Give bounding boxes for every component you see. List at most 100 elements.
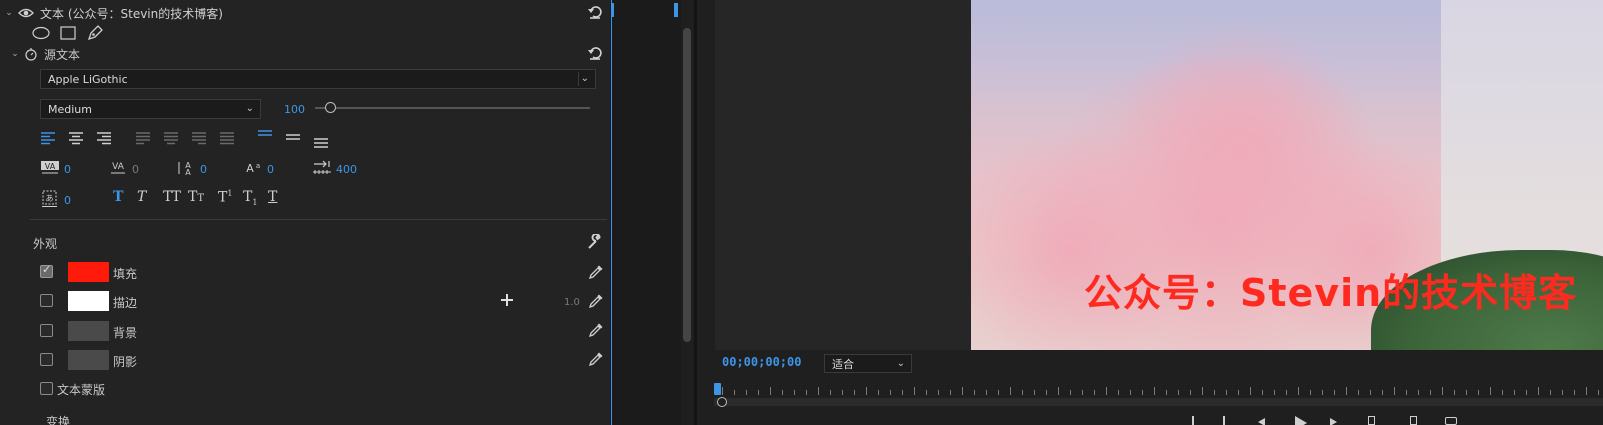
font-size-slider[interactable]: [315, 107, 590, 109]
subscript-icon[interactable]: T1: [243, 189, 257, 207]
mark-out-icon[interactable]: [1223, 416, 1225, 425]
align-middle-icon[interactable]: [285, 130, 301, 144]
fill-color-swatch[interactable]: [68, 262, 109, 282]
leading-icon: A A: [178, 161, 191, 177]
svg-text:VA: VA: [112, 162, 125, 172]
ruler-tick: [1370, 390, 1371, 395]
font-style-dropdown[interactable]: Medium ⌄: [40, 99, 261, 119]
background-color-swatch[interactable]: [68, 321, 109, 341]
ruler-tick: [1070, 390, 1071, 395]
eyedropper-icon[interactable]: [588, 351, 604, 367]
justify-last-center-icon[interactable]: [163, 131, 179, 145]
stroke-width-value[interactable]: 1.0: [564, 297, 580, 308]
wrench-icon[interactable]: [586, 234, 602, 250]
ruler-tick: [1322, 390, 1323, 395]
zoom-scroll-handle[interactable]: [717, 397, 727, 407]
playhead-marker[interactable]: [611, 3, 614, 17]
letterbox-area: [715, 0, 971, 350]
chevron-down-icon[interactable]: ⌄: [10, 49, 20, 59]
align-center-icon[interactable]: [68, 131, 84, 145]
align-right-icon[interactable]: [96, 131, 112, 145]
justify-all-icon[interactable]: [219, 131, 235, 145]
add-stroke-icon[interactable]: [501, 294, 513, 306]
background-checkbox[interactable]: [40, 324, 53, 337]
ruler-tick: [1130, 390, 1131, 395]
all-caps-icon[interactable]: TT: [163, 189, 181, 205]
stopwatch-icon[interactable]: [24, 47, 38, 61]
camera-icon[interactable]: [1445, 417, 1457, 425]
ruler-tick: [1526, 390, 1527, 395]
ruler-tick: [1490, 387, 1491, 395]
ruler-tick: [1454, 390, 1455, 395]
justify-last-left-icon[interactable]: [135, 131, 151, 145]
zoom-scroll-track[interactable]: [714, 398, 1603, 406]
timecode-display[interactable]: 00;00;00;00: [722, 355, 801, 369]
tsume-control: あ 0: [40, 190, 71, 208]
reset-icon[interactable]: [587, 45, 603, 61]
tracking-value[interactable]: 0: [132, 163, 139, 176]
leading-value[interactable]: 0: [200, 163, 207, 176]
tab-width-icon: [313, 160, 331, 174]
ruler-tick: [818, 387, 819, 395]
ellipse-mask-icon[interactable]: [32, 26, 50, 40]
stroke-color-swatch[interactable]: [68, 291, 109, 311]
ruler-tick: [1250, 387, 1251, 395]
superscript-icon[interactable]: T1: [218, 189, 232, 206]
chevron-down-icon[interactable]: ⌄: [4, 8, 14, 18]
tab-width-value[interactable]: 400: [336, 163, 357, 176]
faux-italic-icon[interactable]: T: [137, 189, 146, 205]
zoom-dropdown[interactable]: 适合 ⌄: [824, 354, 912, 373]
kerning-value[interactable]: 0: [64, 163, 71, 176]
justify-last-right-icon[interactable]: [191, 131, 207, 145]
align-bottom-icon[interactable]: [313, 134, 329, 148]
svg-text:あ: あ: [46, 194, 54, 203]
clip-end-marker[interactable]: [674, 3, 678, 17]
ruler-tick: [974, 390, 975, 395]
ruler-tick: [1118, 390, 1119, 395]
play-icon[interactable]: [1295, 416, 1307, 425]
eyedropper-icon[interactable]: [588, 293, 604, 309]
kerning-control: VA 0: [40, 160, 71, 178]
stroke-label: 描边: [113, 296, 138, 310]
panel-scrollbar-thumb[interactable]: [683, 28, 691, 342]
stroke-checkbox[interactable]: [40, 294, 53, 307]
text-layer-row[interactable]: ⌄ 文本 (公众号：Stevin的技术博客): [4, 2, 223, 24]
ruler-tick: [722, 387, 723, 395]
small-caps-icon[interactable]: TT: [188, 189, 204, 205]
align-left-icon[interactable]: [40, 131, 56, 145]
ruler-tick: [854, 390, 855, 395]
ruler-tick: [1478, 390, 1479, 395]
eye-icon[interactable]: [18, 7, 34, 19]
step-forward-icon[interactable]: [1330, 418, 1337, 425]
font-size-value[interactable]: 100: [284, 103, 305, 116]
tsume-value[interactable]: 0: [64, 194, 71, 207]
faux-bold-icon[interactable]: T: [113, 189, 123, 205]
reset-icon[interactable]: [587, 4, 603, 20]
shadow-color-swatch[interactable]: [68, 350, 109, 370]
text-mask-checkbox[interactable]: [40, 382, 53, 395]
eyedropper-icon[interactable]: [588, 264, 604, 280]
eyedropper-icon[interactable]: [588, 322, 604, 338]
underline-icon[interactable]: T: [268, 189, 277, 205]
fill-label: 填充: [113, 267, 138, 281]
shadow-checkbox[interactable]: [40, 353, 53, 366]
align-top-icon[interactable]: [257, 130, 273, 144]
overwrite-icon[interactable]: [1410, 416, 1417, 425]
mark-in-icon[interactable]: [1192, 416, 1194, 425]
insert-icon[interactable]: [1368, 416, 1375, 425]
monitor-ruler[interactable]: [714, 385, 1603, 397]
ruler-tick: [1142, 390, 1143, 395]
appearance-label: 外观: [33, 237, 58, 251]
ruler-tick: [770, 387, 771, 395]
font-family-dropdown[interactable]: Apple LiGothic ⌄: [40, 69, 596, 89]
source-text-row: ⌄ 源文本: [10, 43, 80, 65]
rectangle-mask-icon[interactable]: [60, 26, 76, 40]
tracking-control: VA 0: [108, 160, 139, 178]
font-size-slider-handle[interactable]: [325, 102, 336, 113]
monitor-playhead[interactable]: [714, 383, 721, 395]
tracking-icon: VA: [111, 162, 125, 174]
fill-checkbox[interactable]: [40, 263, 53, 278]
step-back-icon[interactable]: [1258, 418, 1265, 425]
baseline-shift-value[interactable]: 0: [267, 163, 274, 176]
pen-mask-icon[interactable]: [86, 24, 104, 42]
